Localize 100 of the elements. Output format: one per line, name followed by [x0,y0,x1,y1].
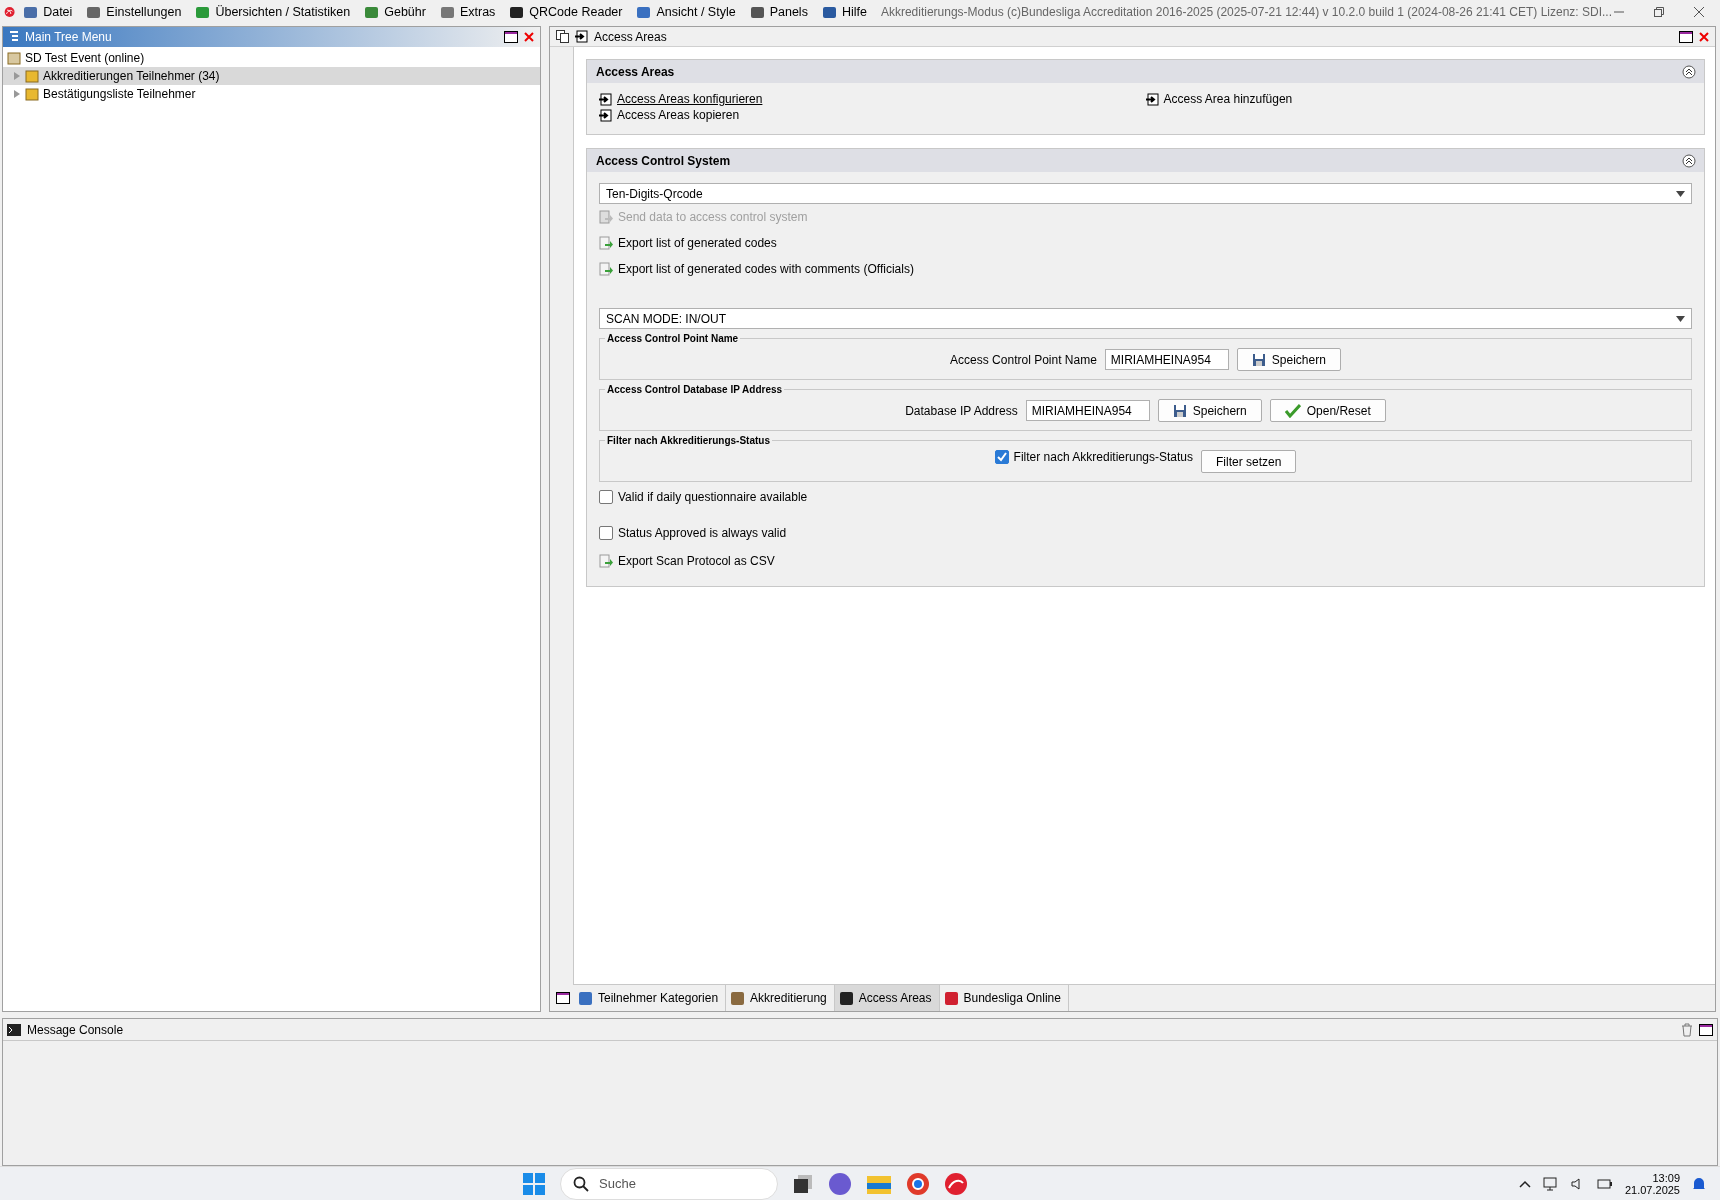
menu-icon [636,4,652,20]
close-icon [1694,7,1704,17]
collapse-icon [1682,64,1696,79]
close-icon [524,32,534,42]
save-button[interactable]: Speichern [1236,348,1341,371]
arrow-into-box-icon [599,92,612,106]
folder-icon [25,87,39,101]
menu-icon [86,4,102,20]
start-icon [522,1171,546,1196]
menu-item[interactable]: Übersichten / Statistiken [189,2,357,22]
collapsed-arrow-icon [13,90,21,98]
app-logo-icon [944,1171,968,1196]
checkmark-icon [1284,403,1301,418]
action-link[interactable]: Export list of generated codes with comments (Officials) [599,256,914,282]
dropdown-caret-icon [1676,190,1685,197]
collapsed-arrow-icon [13,72,21,80]
arrow-into-box-icon [575,30,588,43]
filter-button[interactable]: Filter setzen [1201,450,1297,473]
menu-item[interactable]: Panels [743,2,814,22]
trash-icon [1681,1022,1693,1037]
action-link[interactable]: Access Area hinzufügen [1145,92,1692,106]
menu-item[interactable]: Datei [17,2,79,22]
menu-item[interactable]: Extras [433,2,502,22]
menu-icon [821,4,837,20]
maximize-icon [1699,1023,1713,1036]
menu-item[interactable]: Einstellungen [80,2,188,22]
input-field[interactable]: MIRIAMHEINA954 [1025,400,1150,421]
menu-icon [364,4,380,20]
collapse-icon [1682,153,1696,168]
panel-title: Main Tree Menu [25,30,113,44]
folder-icon [25,69,39,83]
arrow-into-box-icon [599,108,612,122]
tree-list-icon [9,30,19,44]
tab[interactable]: Access Areas [834,985,940,1011]
maximize-icon [1679,30,1693,43]
copy-icon [556,30,569,43]
action-link[interactable]: Access Areas kopieren [599,108,1146,122]
menu-item[interactable]: QRCode Reader [503,2,629,22]
tab-icon [838,990,854,1006]
menu-item[interactable]: Ansicht / Style [630,2,742,22]
action-link[interactable]: Access Areas konfigurieren [599,92,1146,106]
browser-icon [906,1171,930,1196]
section-title: Access Areas [596,64,675,79]
input-field[interactable]: MIRIAMHEINA954 [1104,349,1229,370]
terminal-icon [7,1023,21,1036]
save-button[interactable]: Speichern [1157,399,1262,422]
battery-icon [1596,1177,1613,1190]
menu-icon [439,4,455,20]
maximize-icon [504,31,518,43]
tab-icon [943,990,959,1006]
folder-icon [7,51,21,65]
chevron-up-icon [1518,1179,1531,1188]
bell-icon [1692,1175,1706,1192]
checkbox-label: Status Approved is always valid [618,526,787,540]
checkbox-label: Valid if daily questionnaire available [618,490,808,504]
clock-date: 21.07.2025 [1624,1183,1680,1196]
field-label: Access Control Point Name [950,352,1097,367]
tab-icon [730,990,746,1006]
section-title: Access Control System [596,153,731,168]
reset-button[interactable]: Open/Reset [1269,399,1386,422]
field-label: Database IP Address [905,403,1018,418]
clock-time: 13:09 [1652,1171,1680,1184]
menu-icon [749,4,765,20]
close-icon [1699,31,1709,42]
search-icon [573,1175,589,1192]
task-view-icon [792,1172,814,1195]
menu-item[interactable]: Hilfe [815,2,873,22]
export-document-icon [599,236,613,250]
arrow-into-box-icon [1145,92,1159,106]
export-document-icon [599,554,613,568]
window-title: Akkreditierungs-Modus (c)Bundesliga Accreditation 2016-2025 (2025-07-21 12:44) v 10.2.0 build 1 (2024-08-26 21:41 CET) Lizenz: SDI... [880,5,1612,19]
export-document-icon [599,262,613,276]
tab[interactable]: Bundesliga Online [939,985,1069,1011]
tab-icon [578,990,593,1006]
tree-item[interactable]: Akkreditierungen Teilnehmer (34) [3,67,540,85]
dropdown[interactable]: Ten-Digits-Qrcode [599,183,1692,204]
menu-icon [23,4,39,20]
menu-item[interactable]: Gebühr [358,2,432,22]
checkbox[interactable] [599,526,613,540]
chat-icon [828,1171,852,1196]
restore-icon [1654,7,1664,17]
action-link[interactable]: Export Scan Protocol as CSV [599,548,775,574]
tree-item[interactable]: Bestätigungsliste Teilnehmer [3,85,540,103]
menu-icon [509,4,525,20]
tab[interactable]: Teilnehmer Kategorien [574,985,727,1011]
maximize-icon [556,992,570,1004]
search-field[interactable]: Suche [560,1167,778,1200]
tab[interactable]: Akkreditierung [726,985,835,1011]
group-title: Access Control Database IP Address [606,384,784,395]
checkbox[interactable] [599,490,613,504]
dropdown[interactable]: SCAN MODE: IN/OUT [599,308,1692,329]
group-title: Filter nach Akkreditierungs-Status [606,435,771,446]
tree-item[interactable]: SD Test Event (online) [3,49,540,67]
checkbox-label: Filter nach Akkreditierungs-Status [1013,450,1194,464]
action-link[interactable]: Export list of generated codes [599,230,777,256]
checkbox[interactable] [994,450,1009,464]
menu-icon [195,4,211,20]
panel-title: Access Areas [594,29,668,44]
network-icon [1542,1175,1559,1192]
group-title: Access Control Point Name [606,333,740,344]
